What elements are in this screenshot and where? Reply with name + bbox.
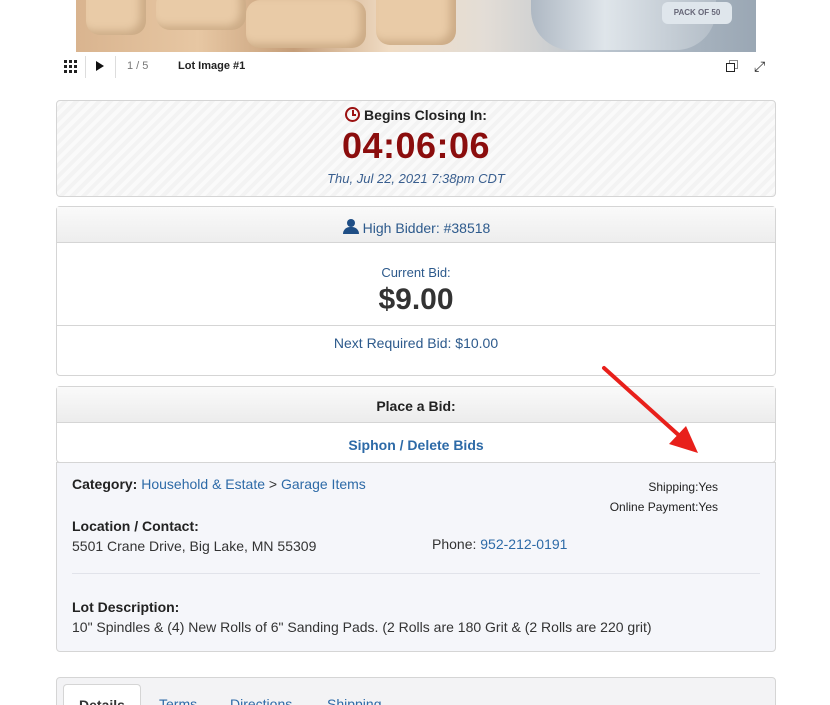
siphon-delete-bids-link[interactable]: Siphon / Delete Bids — [57, 423, 775, 453]
phone-row: Phone: 952-212-0191 — [432, 536, 567, 552]
tab-details[interactable]: Details — [63, 684, 141, 705]
address: 5501 Crane Drive, Big Lake, MN 55309 — [72, 538, 317, 554]
divider — [85, 56, 86, 78]
location-block: Location / Contact: 5501 Crane Drive, Bi… — [72, 516, 316, 556]
high-bidder-text: High Bidder: #38518 — [362, 220, 491, 236]
closing-panel: Begins Closing In: 04:06:06 Thu, Jul 22,… — [56, 100, 776, 197]
closing-heading: Begins Closing In: — [57, 107, 775, 123]
tab-shipping[interactable]: Shipping — [327, 696, 382, 705]
gallery-toolbar: 1 / 5 Lot Image #1 ⤢ — [58, 54, 776, 80]
close-date: Thu, Jul 22, 2021 7:38pm CDT — [327, 171, 505, 186]
clock-icon — [345, 107, 361, 122]
shipping-info: Shipping:Yes Online Payment:Yes — [610, 477, 718, 517]
phone-label: Phone: — [432, 536, 477, 552]
lot-image[interactable]: PACK OF 50 — [76, 0, 756, 52]
phone-link[interactable]: 952-212-0191 — [480, 536, 567, 552]
category-row: Category: Household & Estate > Garage It… — [72, 476, 366, 492]
current-bid-label: Current Bid: — [381, 265, 451, 280]
category-link-garage[interactable]: Garage Items — [281, 476, 366, 492]
description-block: Lot Description: 10" Spindles & (4) New … — [72, 597, 652, 637]
spindle-shape — [86, 0, 146, 35]
image-caption: Lot Image #1 — [178, 60, 246, 72]
place-bid-heading: Place a Bid: — [57, 387, 775, 423]
user-icon — [342, 219, 360, 234]
detail-tabs: Details Terms Directions Shipping — [56, 677, 776, 705]
next-required-bid: Next Required Bid: $10.00 — [333, 335, 499, 351]
location-label: Location / Contact: — [72, 518, 199, 534]
countdown-timer: 04:06:06 — [341, 125, 491, 166]
bid-status-panel: High Bidder: #38518 Current Bid: $9.00 N… — [56, 206, 776, 376]
description-label: Lot Description: — [72, 599, 180, 615]
current-bid-section: Current Bid: $9.00 — [57, 243, 775, 326]
spindle-shape — [246, 0, 366, 48]
photo-label: PACK OF 50 — [662, 2, 732, 24]
category-link-household[interactable]: Household & Estate — [141, 476, 265, 492]
lot-info-panel: Category: Household & Estate > Garage It… — [56, 462, 776, 652]
divider — [72, 573, 760, 574]
play-icon[interactable] — [96, 61, 104, 71]
category-separator: > — [268, 476, 278, 492]
fullscreen-icon[interactable]: ⤢ — [754, 59, 765, 73]
spindle-shape — [376, 0, 456, 45]
category-label: Category: — [72, 476, 138, 492]
tab-directions[interactable]: Directions — [230, 696, 292, 705]
description-text: 10" Spindles & (4) New Rolls of 6" Sandi… — [72, 619, 652, 635]
spindle-shape — [156, 0, 246, 30]
image-counter: 1 / 5 — [127, 60, 149, 72]
divider — [115, 56, 116, 78]
current-bid-amount: $9.00 — [378, 283, 454, 316]
open-in-new-window-icon[interactable] — [726, 60, 738, 72]
high-bidder-header: High Bidder: #38518 — [57, 207, 775, 243]
place-bid-panel: Place a Bid: Siphon / Delete Bids — [56, 386, 776, 463]
online-payment-status: Online Payment:Yes — [609, 500, 718, 514]
closing-heading-text: Begins Closing In: — [364, 107, 487, 123]
shipping-status: Shipping:Yes — [648, 480, 718, 494]
tab-terms[interactable]: Terms — [159, 696, 197, 705]
thumbnail-grid-icon[interactable] — [64, 60, 77, 73]
